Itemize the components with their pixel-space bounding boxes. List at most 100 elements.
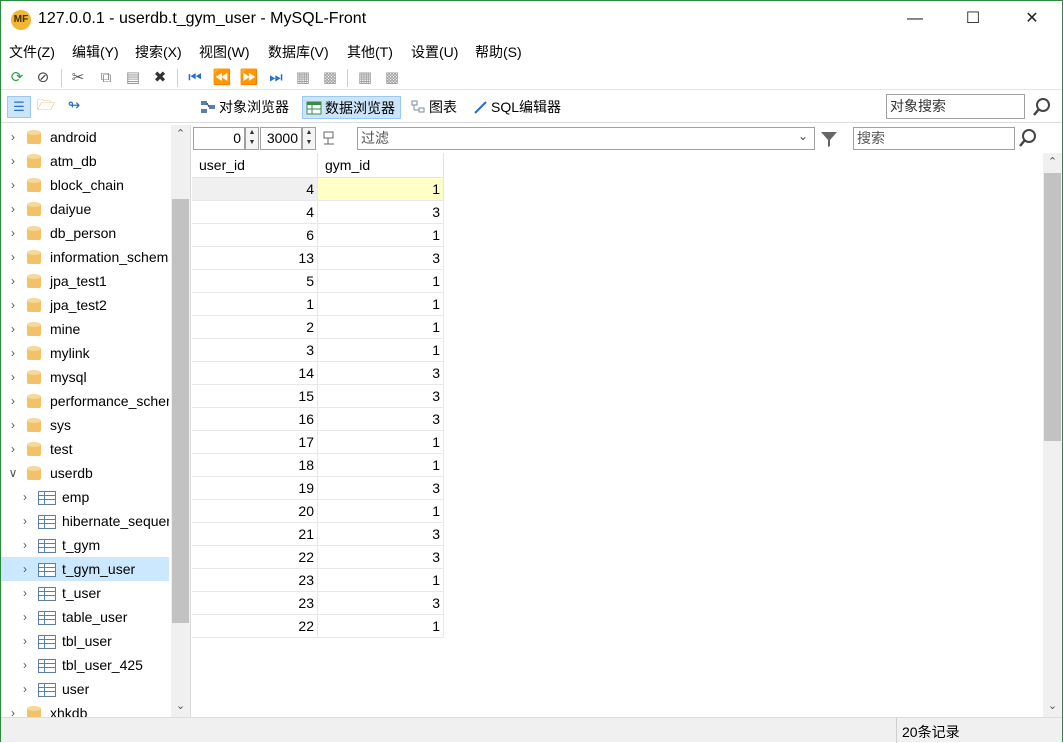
- cell-gym-id[interactable]: 1: [318, 178, 444, 201]
- object-browser-button[interactable]: 对象浏览器: [197, 96, 294, 119]
- cell-gym-id[interactable]: 1: [318, 293, 444, 316]
- menu-search[interactable]: 搜索(X): [135, 41, 182, 63]
- chevron-right-icon[interactable]: ›: [7, 365, 19, 389]
- prev-record-icon[interactable]: ⏪: [212, 68, 232, 88]
- menu-help[interactable]: 帮助(S): [475, 41, 522, 63]
- tree-item-table[interactable]: › hibernate_sequence: [1, 509, 169, 533]
- cell-user-id[interactable]: 23: [192, 569, 318, 592]
- data-browser-button[interactable]: 数据浏览器: [302, 96, 401, 119]
- cell-user-id[interactable]: 22: [192, 615, 318, 638]
- refresh-icon[interactable]: ⟳: [7, 68, 27, 88]
- menu-edit[interactable]: 编辑(Y): [72, 41, 119, 63]
- chevron-right-icon[interactable]: ›: [19, 557, 31, 581]
- chevron-right-icon[interactable]: ›: [19, 581, 31, 605]
- jump-view-icon[interactable]: ↬: [64, 96, 84, 116]
- tree-item-database[interactable]: › test: [1, 437, 169, 461]
- chevron-up-icon[interactable]: ⌃: [171, 127, 190, 143]
- chevron-right-icon[interactable]: ›: [19, 485, 31, 509]
- limit-toggle-icon[interactable]: [322, 129, 340, 147]
- chevron-right-icon[interactable]: ›: [7, 317, 19, 341]
- cell-user-id[interactable]: 22: [192, 546, 318, 569]
- tree-item-database[interactable]: › android: [1, 125, 169, 149]
- menu-settings[interactable]: 设置(U): [411, 41, 458, 63]
- filter-input[interactable]: 过滤: [357, 127, 815, 150]
- menu-other[interactable]: 其他(T): [347, 41, 393, 63]
- sql-editor-button[interactable]: SQL编辑器: [469, 96, 566, 119]
- tree-item-table[interactable]: › tbl_user_425: [1, 653, 169, 677]
- maximize-button[interactable]: ☐: [950, 1, 996, 37]
- offset-input[interactable]: 0: [193, 127, 245, 150]
- cell-gym-id[interactable]: 1: [318, 500, 444, 523]
- delete-record-icon[interactable]: ▩: [320, 68, 340, 88]
- cell-user-id[interactable]: 6: [192, 224, 318, 247]
- chevron-right-icon[interactable]: ›: [19, 509, 31, 533]
- chevron-right-icon[interactable]: ›: [7, 197, 19, 221]
- grid-search-input[interactable]: 搜索: [853, 127, 1015, 150]
- cell-gym-id[interactable]: 1: [318, 454, 444, 477]
- tree-item-table[interactable]: › user: [1, 677, 169, 701]
- sidebar-scroll-thumb[interactable]: [172, 199, 189, 623]
- object-search-input[interactable]: 对象搜索: [886, 94, 1025, 119]
- tree-item-database[interactable]: › mylink: [1, 341, 169, 365]
- scroll-down-icon[interactable]: ⌄: [1043, 699, 1062, 715]
- chevron-down-icon[interactable]: ∨: [7, 461, 19, 485]
- cell-user-id[interactable]: 4: [192, 201, 318, 224]
- tree-view-icon[interactable]: ☰: [7, 96, 31, 118]
- tree-item-database[interactable]: › sys: [1, 413, 169, 437]
- tree-item-table[interactable]: › emp: [1, 485, 169, 509]
- cell-gym-id[interactable]: 3: [318, 546, 444, 569]
- next-record-icon[interactable]: ⏩: [239, 68, 259, 88]
- folder-view-icon[interactable]: 🗁: [36, 96, 56, 116]
- chevron-right-icon[interactable]: ›: [7, 245, 19, 269]
- chevron-right-icon[interactable]: ›: [7, 701, 19, 717]
- insert-record-icon[interactable]: ▦: [293, 68, 313, 88]
- post-record-icon[interactable]: ▦: [355, 68, 375, 88]
- delete-icon[interactable]: ✖: [150, 68, 170, 88]
- tree-item-database[interactable]: › performance_schema: [1, 389, 169, 413]
- cell-user-id[interactable]: 14: [192, 362, 318, 385]
- column-header-gym-id[interactable]: gym_id: [318, 153, 444, 178]
- chevron-right-icon[interactable]: ›: [7, 413, 19, 437]
- chevron-down-icon[interactable]: ⌄: [171, 699, 190, 715]
- cell-gym-id[interactable]: 3: [318, 362, 444, 385]
- cell-gym-id[interactable]: 3: [318, 201, 444, 224]
- chevron-right-icon[interactable]: ›: [7, 221, 19, 245]
- column-header-user-id[interactable]: user_id: [192, 153, 318, 178]
- chevron-right-icon[interactable]: ›: [7, 293, 19, 317]
- cell-user-id[interactable]: 18: [192, 454, 318, 477]
- cell-gym-id[interactable]: 3: [318, 247, 444, 270]
- cell-gym-id[interactable]: 3: [318, 523, 444, 546]
- first-record-icon[interactable]: ⏮: [185, 68, 205, 88]
- close-button[interactable]: ✕: [1009, 1, 1055, 37]
- cell-user-id[interactable]: 3: [192, 339, 318, 362]
- cell-gym-id[interactable]: 3: [318, 592, 444, 615]
- chevron-right-icon[interactable]: ›: [7, 437, 19, 461]
- chevron-right-icon[interactable]: ›: [7, 389, 19, 413]
- tree-item-database[interactable]: › information_schema: [1, 245, 169, 269]
- tree-item-database[interactable]: › atm_db: [1, 149, 169, 173]
- cell-gym-id[interactable]: 1: [318, 316, 444, 339]
- chevron-right-icon[interactable]: ›: [19, 533, 31, 557]
- grid-scroll-thumb[interactable]: [1044, 173, 1061, 441]
- tree-item-database[interactable]: › mysql: [1, 365, 169, 389]
- cell-user-id[interactable]: 20: [192, 500, 318, 523]
- cell-gym-id[interactable]: 1: [318, 224, 444, 247]
- tree-item-database[interactable]: › mine: [1, 317, 169, 341]
- cell-user-id[interactable]: 17: [192, 431, 318, 454]
- copy-icon[interactable]: ⧉: [96, 68, 116, 88]
- cell-gym-id[interactable]: 3: [318, 408, 444, 431]
- cell-user-id[interactable]: 16: [192, 408, 318, 431]
- tree-item-database[interactable]: › jpa_test1: [1, 269, 169, 293]
- tree-item-database[interactable]: ∨ userdb: [1, 461, 169, 485]
- cell-gym-id[interactable]: 1: [318, 615, 444, 638]
- cut-icon[interactable]: ✂: [68, 68, 88, 88]
- scroll-up-icon[interactable]: ⌃: [1043, 155, 1062, 171]
- offset-stepper[interactable]: ▲ ▼: [245, 127, 259, 150]
- minimize-button[interactable]: —: [892, 1, 938, 37]
- tree-item-database[interactable]: › jpa_test2: [1, 293, 169, 317]
- tree-item-database[interactable]: › xhkdb: [1, 701, 169, 717]
- tree-item-table[interactable]: › t_gym: [1, 533, 169, 557]
- chart-button[interactable]: 图表: [407, 96, 462, 119]
- chevron-right-icon[interactable]: ›: [7, 125, 19, 149]
- cell-gym-id[interactable]: 1: [318, 569, 444, 592]
